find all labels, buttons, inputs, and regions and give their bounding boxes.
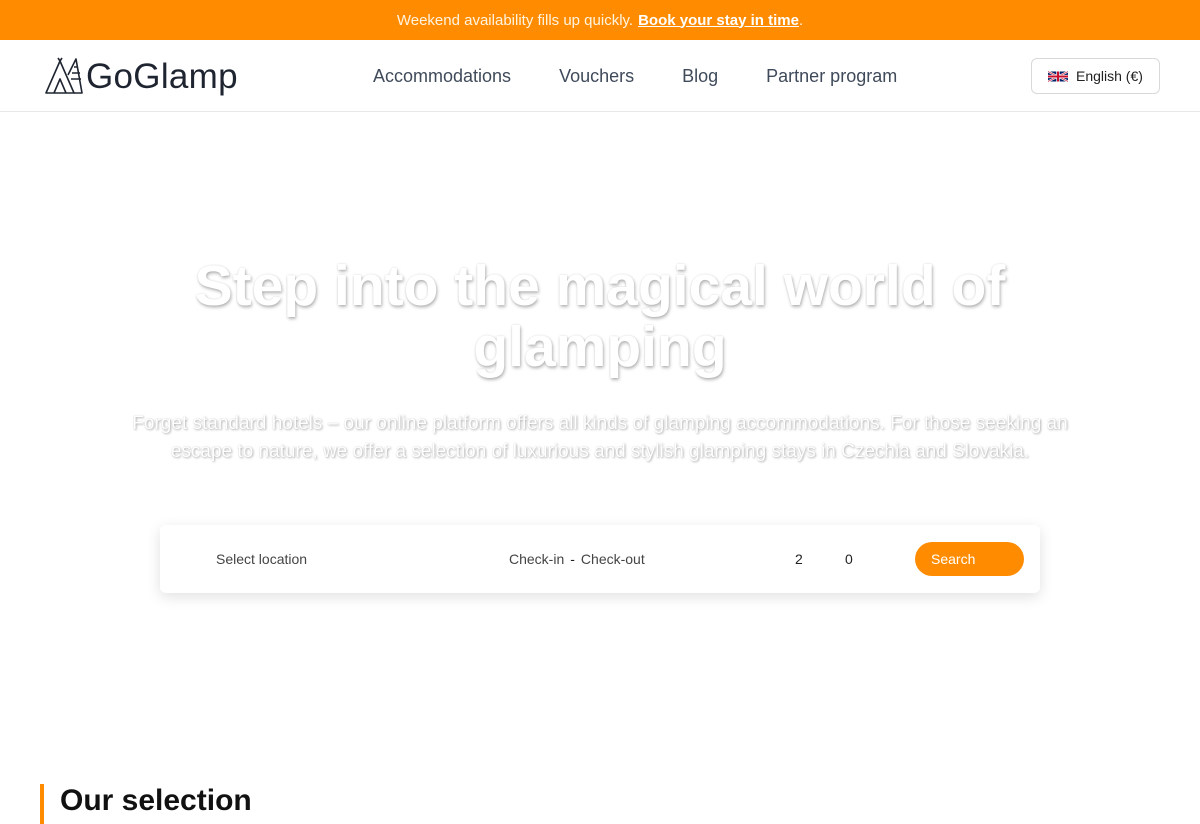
tent-trees-logo-icon — [45, 57, 83, 94]
location-placeholder: Select location — [216, 551, 308, 567]
checkin-label: Check-in — [509, 551, 565, 567]
site-header: GoGlamp Accommodations Vouchers Blog Par… — [0, 40, 1200, 112]
section-title: Our selection — [60, 784, 252, 817]
nav-partner-program[interactable]: Partner program — [766, 66, 897, 87]
uk-flag-icon — [1048, 70, 1068, 82]
children-value: 0 — [845, 551, 853, 567]
section-accent-bar — [40, 784, 44, 824]
announcement-message: Weekend availability fills up quickly. — [396, 11, 634, 29]
nav-blog[interactable]: Blog — [682, 66, 718, 87]
announcement-trailing: . — [798, 11, 804, 29]
adults-count[interactable]: 2 — [795, 525, 803, 593]
book-stay-link[interactable]: Book your stay in time — [638, 12, 799, 29]
date-range-picker[interactable]: Check-in - Check-out — [509, 525, 645, 593]
location-select[interactable]: Select location — [216, 525, 307, 593]
nav-vouchers[interactable]: Vouchers — [559, 66, 634, 87]
search-button-label: Search — [931, 551, 976, 567]
language-selector[interactable]: English (€) — [1031, 58, 1160, 94]
main-nav: Accommodations Vouchers Blog Partner pro… — [373, 40, 945, 112]
search-bar: Select location Check-in - Check-out 2 0… — [160, 525, 1040, 593]
hero-subtitle: Forget standard hotels – our online plat… — [132, 413, 1068, 462]
search-button[interactable]: Search — [915, 542, 1024, 576]
adults-value: 2 — [795, 551, 803, 567]
children-count[interactable]: 0 — [845, 525, 853, 593]
hero-title: Step into the magical world of glamping — [194, 254, 1006, 379]
logo-text: GoGlamp — [86, 56, 238, 96]
checkout-label: Check-out — [580, 551, 645, 567]
nav-accommodations[interactable]: Accommodations — [373, 66, 511, 87]
logo[interactable]: GoGlamp — [44, 56, 238, 96]
announcement-bar: Weekend availability fills up quickly. B… — [0, 0, 1200, 40]
language-label: English (€) — [1076, 68, 1143, 84]
date-separator: - — [570, 551, 575, 567]
